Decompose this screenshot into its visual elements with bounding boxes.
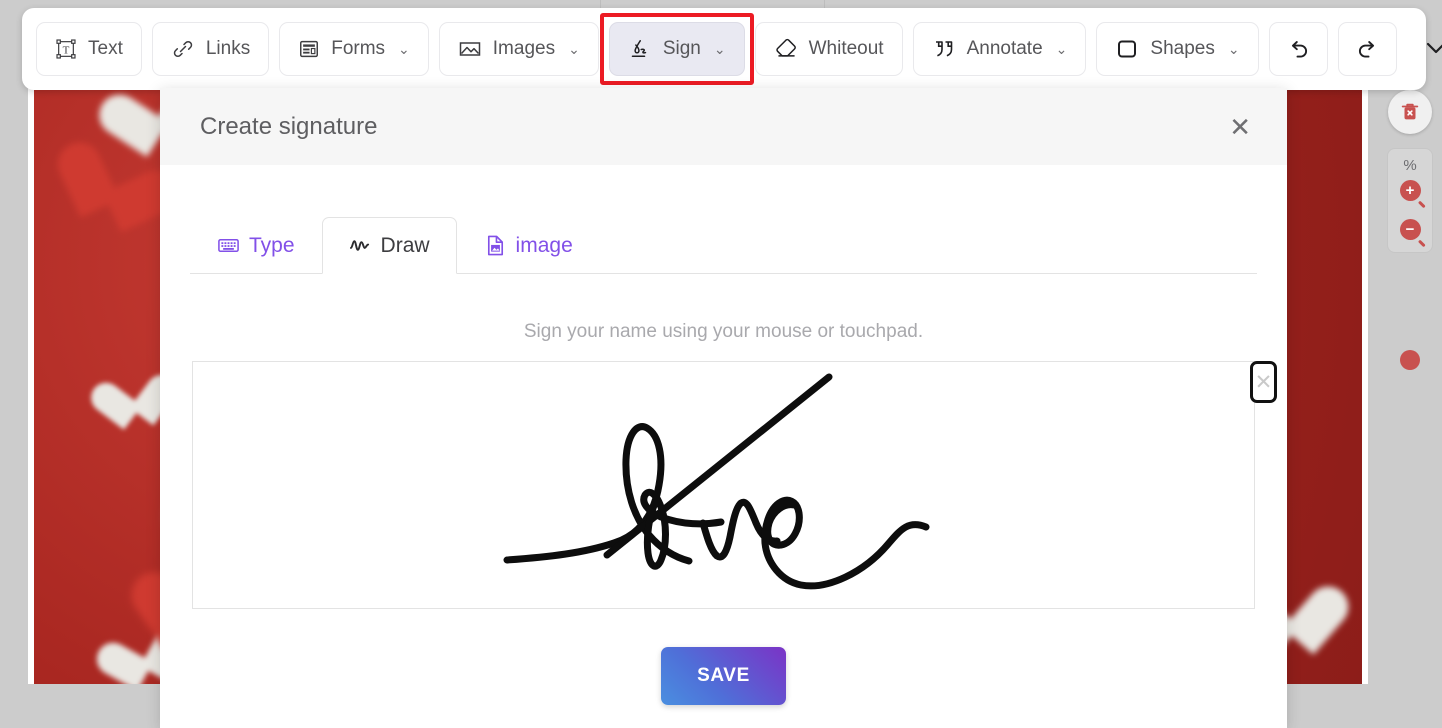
toolbar-label-whiteout: Whiteout <box>808 38 884 59</box>
toolbar-label-annotate: Annotate <box>966 38 1043 59</box>
toolbar-label-text: Text <box>88 38 123 59</box>
editor-toolbar: T Text Links Forms ⌄ Images ⌄ Sign ⌄ Whi… <box>22 8 1442 90</box>
zoom-percent-label: % <box>1403 157 1417 174</box>
toolbar-label-images: Images <box>492 38 556 59</box>
app-root: % + − T Text Links Forms ⌄ Images ⌄ Sign… <box>0 0 1442 728</box>
tab-type[interactable]: Type <box>190 217 322 274</box>
modal-close-button[interactable]: ✕ <box>1221 110 1259 144</box>
toolbar-label-shapes: Shapes <box>1150 38 1215 59</box>
delete-page-button[interactable] <box>1388 90 1432 134</box>
squiggle-icon <box>349 240 369 251</box>
image-file-icon <box>487 235 503 256</box>
toolbar-button-forms[interactable]: Forms ⌄ <box>279 22 429 76</box>
signature-draw-canvas[interactable] <box>192 361 1255 609</box>
svg-text:T: T <box>63 45 70 57</box>
zoom-slider-thumb[interactable] <box>1400 350 1420 370</box>
chevron-down-icon: ⌄ <box>398 40 410 57</box>
chevron-down-icon: ⌄ <box>1055 40 1068 57</box>
link-icon <box>173 41 193 57</box>
right-tool-rail: % + − <box>1384 90 1436 370</box>
chevron-down-icon: ⌄ <box>568 40 580 57</box>
chevron-down-icon: ⌄ <box>713 40 726 57</box>
pen-sign-icon <box>631 40 647 57</box>
tab-label-type: Type <box>249 233 295 257</box>
chevron-down-icon <box>1426 42 1442 53</box>
modal-footer: SAVE <box>160 647 1287 705</box>
clear-signature-button[interactable]: ✕ <box>1250 361 1277 403</box>
signature-canvas-wrapper: ✕ <box>192 361 1277 609</box>
signature-drawing <box>503 373 929 590</box>
undo-icon <box>1291 40 1307 58</box>
toolbar-more-button[interactable] <box>1411 37 1442 62</box>
tab-label-image: image <box>515 233 573 257</box>
tab-label-draw: Draw <box>380 233 430 257</box>
toolbar-button-shapes[interactable]: Shapes ⌄ <box>1096 22 1259 76</box>
tab-draw[interactable]: Draw <box>321 217 457 274</box>
chevron-down-icon: ⌄ <box>1227 40 1240 57</box>
toolbar-button-whiteout[interactable]: Whiteout <box>754 22 903 76</box>
image-icon <box>459 42 481 56</box>
keyboard-icon <box>218 238 239 253</box>
toolbar-button-text[interactable]: T Text <box>36 22 142 76</box>
redo-icon <box>1358 40 1374 58</box>
signature-hint-text: Sign your name using your mouse or touch… <box>523 321 924 342</box>
zoom-out-button[interactable]: − <box>1399 219 1421 240</box>
modal-header: Create signature ✕ <box>160 88 1287 165</box>
toolbar-button-links[interactable]: Links <box>151 22 270 76</box>
form-icon <box>300 40 319 58</box>
toolbar-button-sign[interactable]: Sign ⌄ <box>608 22 745 76</box>
toolbar-label-sign: Sign <box>662 38 701 59</box>
toolbar-button-undo[interactable] <box>1268 22 1328 76</box>
save-signature-button[interactable]: SAVE <box>661 647 786 705</box>
zoom-in-button[interactable]: + <box>1399 180 1421 201</box>
zoom-control-panel: % + − <box>1387 148 1433 370</box>
sign-button-wrapper: Sign ⌄ <box>599 13 754 85</box>
toolbar-label-links: Links <box>205 38 251 59</box>
modal-title: Create signature <box>200 112 378 140</box>
toolbar-label-forms: Forms <box>331 38 386 59</box>
square-icon <box>1118 40 1137 58</box>
eraser-icon <box>775 38 796 57</box>
tab-image[interactable]: image <box>457 217 600 274</box>
toolbar-button-redo[interactable] <box>1337 22 1397 76</box>
toolbar-button-images[interactable]: Images ⌄ <box>438 22 599 76</box>
text-box-icon: T <box>56 39 76 59</box>
quote-icon <box>935 41 952 57</box>
tab-list: Type Draw image <box>190 217 1257 274</box>
trash-delete-icon <box>1401 103 1419 120</box>
signature-tabs: Type Draw image <box>190 217 1257 274</box>
toolbar-button-annotate[interactable]: Annotate ⌄ <box>912 22 1087 76</box>
create-signature-modal: Create signature ✕ Type Draw image Sign … <box>160 88 1287 728</box>
